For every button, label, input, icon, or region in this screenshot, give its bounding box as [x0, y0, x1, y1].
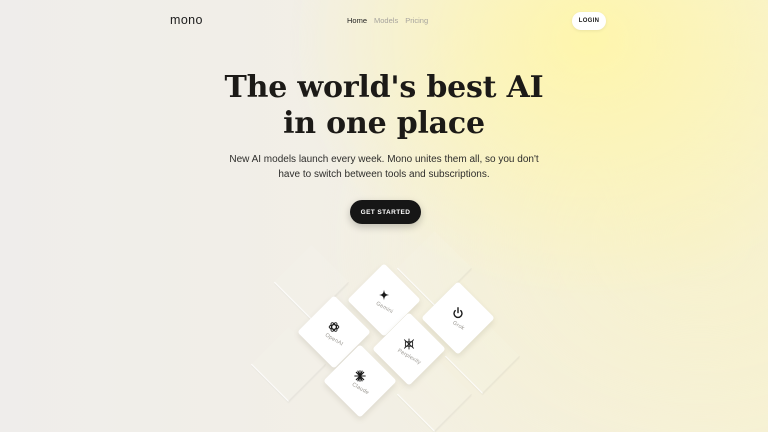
hero-subtitle: New AI models launch every week. Mono un…: [0, 153, 768, 182]
top-nav: Home Models Pricing: [347, 16, 428, 25]
nav-home-link[interactable]: Home: [347, 16, 367, 25]
hero-title-line-1: The world's best AI: [224, 70, 544, 105]
nav-pricing-link[interactable]: Pricing: [405, 16, 428, 25]
nav-models-link[interactable]: Models: [374, 16, 398, 25]
hero-title-line-2: in one place: [283, 106, 485, 141]
hero-subtitle-line-1: New AI models launch every week. Mono un…: [229, 154, 539, 165]
openai-icon: [328, 322, 340, 332]
model-card-label: Perplexity: [396, 347, 422, 367]
login-button[interactable]: LOGIN: [572, 12, 606, 30]
perplexity-icon: [403, 338, 415, 350]
hero-subtitle-line-2: have to switch between tools and subscri…: [278, 168, 490, 180]
grok-icon: [453, 307, 463, 319]
model-card-label: Claude: [350, 381, 370, 397]
claude-icon: [354, 370, 366, 382]
model-card-label: Grok: [450, 320, 466, 332]
get-started-button[interactable]: GET STARTED: [350, 200, 421, 224]
gemini-icon: [378, 289, 390, 301]
model-card-claude[interactable]: Claude: [323, 344, 397, 418]
hero-title: The world's best AI in one place: [0, 70, 768, 142]
logo[interactable]: mono: [170, 13, 203, 27]
